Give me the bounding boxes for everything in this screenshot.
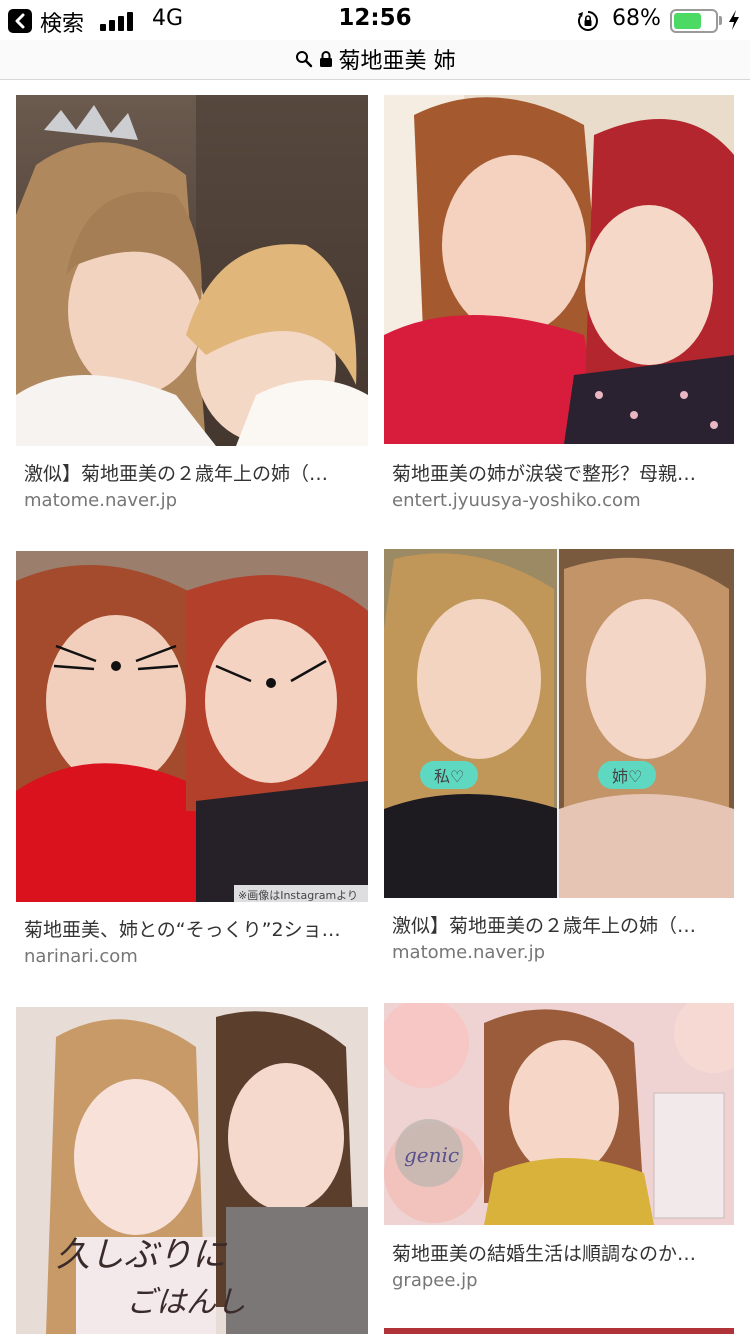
result-image[interactable]: 久しぶりに ごはんし [16,1007,368,1334]
battery-fill [674,13,701,29]
image-result-card[interactable]: 菊地亜美の姉が涙袋で整形？母親… entert.jyuusya-yoshiko.… [384,95,736,525]
search-query: 菊地亜美 姉 [338,49,456,74]
result-domain: narinari.com [24,946,138,967]
logo-text: genic [404,1143,460,1167]
charging-bolt-icon [729,10,739,30]
result-title[interactable]: 菊地亜美の結婚生活は順調なのか… [392,1239,728,1266]
handwriting-text: ごはんし [126,1285,246,1320]
image-result-card[interactable]: genic 菊地亜美の結婚生活は順調なのか… grapee.jp [384,1003,736,1303]
result-image[interactable]: genic [384,1003,736,1225]
result-title[interactable]: 菊地亜美、姉との“そっくり”2ショ… [24,915,360,942]
orientation-lock-icon [578,11,598,31]
battery-icon [670,9,718,33]
search-icon [295,51,312,68]
result-image[interactable]: 私♡ 姉♡ [384,549,736,898]
image-result-card[interactable]: 私♡ 姉♡ 激似】菊地亜美の２歳年上の姉（… matome.naver.jp [384,549,736,979]
result-image[interactable] [16,95,368,446]
battery-cap [719,16,722,25]
image-sticker: 姉♡ [598,761,657,789]
result-domain: matome.naver.jp [392,942,546,963]
image-sticker: 私♡ [420,761,479,789]
result-domain: matome.naver.jp [24,490,178,511]
image-caption: ※画像はInstagramより [238,889,358,902]
lock-icon [319,51,332,67]
image-result-card[interactable]: 久しぶりに ごはんし [16,1007,368,1334]
result-domain: entert.jyuusya-yoshiko.com [392,490,641,511]
result-title[interactable]: 激似】菊地亜美の２歳年上の姉（… [392,911,728,938]
result-domain: grapee.jp [392,1270,478,1291]
address-bar[interactable]: 菊地亜美 姉 [0,40,750,80]
result-title[interactable]: 菊地亜美の姉が涙袋で整形？母親… [392,459,728,486]
image-result-card[interactable]: ※画像はInstagramより 菊地亜美、姉との“そっくり”2ショ… narin… [16,551,368,981]
result-image[interactable] [384,95,736,444]
status-bar: 検索 4G 12:56 68% [0,0,750,40]
battery-percent: 68% [612,6,661,31]
next-result-peek[interactable] [384,1328,734,1334]
result-image[interactable]: ※画像はInstagramより [16,551,368,902]
result-title[interactable]: 激似】菊地亜美の２歳年上の姉（… [24,459,360,486]
handwriting-text: 久しぶりに [56,1235,226,1275]
image-result-card[interactable]: 激似】菊地亜美の２歳年上の姉（… matome.naver.jp [16,95,368,525]
